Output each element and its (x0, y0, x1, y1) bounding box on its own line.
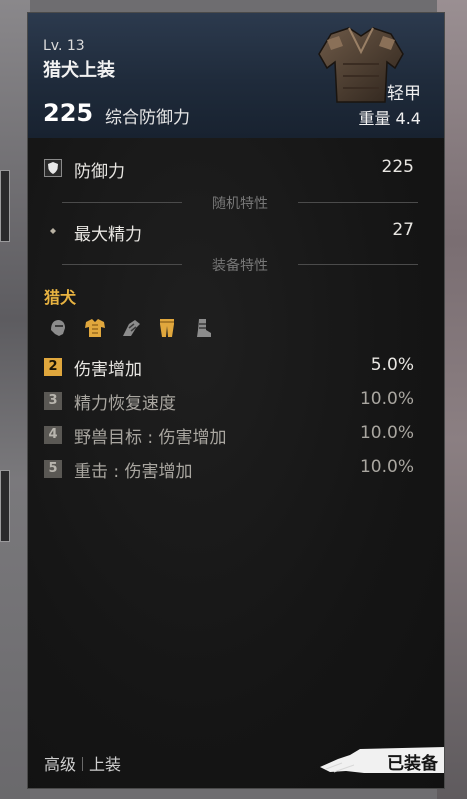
equipment-traits-header: 装备特性 (212, 258, 268, 274)
edge-tab-upper (0, 170, 10, 242)
item-level: Lv. 13 (43, 38, 85, 54)
bonus-label: 野兽目标 : 伤害增加 (74, 428, 227, 448)
helmet-icon (51, 320, 65, 336)
set-pieces (47, 316, 227, 342)
item-name: 猎犬上装 (43, 60, 115, 81)
background-left (0, 0, 30, 799)
bonus-value: 10.0% (359, 457, 414, 477)
bonus-value: 5.0% (370, 355, 414, 375)
boots-icon (197, 319, 211, 337)
random-traits-divider: 随机特性 (62, 193, 418, 212)
item-category: 高级 上装 (44, 751, 121, 775)
bonus-value: 10.0% (359, 423, 414, 443)
set-bonus-5: 5 重击 : 伤害增加 10.0% (27, 453, 445, 483)
set-bonus-3: 3 精力恢复速度 10.0% (27, 385, 445, 415)
bonus-count-badge: 3 (44, 392, 62, 410)
edge-tab-lower (0, 470, 10, 542)
stat-row-max-stamina: 最大精力 27 (27, 216, 445, 246)
leggings-icon (160, 319, 174, 337)
bonus-count-badge: 4 (44, 426, 62, 444)
shield-icon (44, 159, 62, 177)
total-armor-value: 225 (43, 99, 94, 127)
bonus-label: 精力恢复速度 (74, 394, 176, 414)
bonus-count-badge: 2 (44, 358, 62, 376)
random-traits-header: 随机特性 (212, 196, 268, 212)
stat-value: 225 (381, 157, 414, 177)
equipped-badge: 已装备 (320, 745, 445, 775)
bonus-value: 10.0% (359, 389, 414, 409)
set-name: 猎犬 (44, 288, 77, 307)
stat-label: 防御力 (74, 162, 125, 182)
category-separator (82, 757, 84, 771)
set-bonus-4: 4 野兽目标 : 伤害增加 10.0% (27, 419, 445, 449)
stat-row-defense: 防御力 225 (27, 153, 445, 183)
item-slot: 上装 (89, 755, 122, 774)
item-rarity: 高级 (44, 755, 77, 774)
gauntlet-icon (123, 320, 140, 336)
armor-type: 轻甲 (387, 84, 421, 104)
bonus-label: 重击 : 伤害增加 (74, 462, 193, 482)
trait-label: 最大精力 (74, 225, 142, 245)
bonus-label: 伤害增加 (74, 360, 142, 380)
item-tooltip-panel: Lv. 13 猎犬上装 225 综合防御力 轻甲 重量 4.4 防御力 225 … (27, 12, 445, 789)
total-armor-label: 综合防御力 (105, 108, 190, 128)
diamond-bullet-icon (50, 228, 56, 234)
equipment-traits-divider: 装备特性 (62, 255, 418, 274)
chest-armor-icon (85, 319, 105, 337)
bonus-count-badge: 5 (44, 460, 62, 478)
set-bonus-2: 2 伤害增加 5.0% (27, 351, 445, 381)
item-weight: 重量 4.4 (358, 109, 421, 128)
equipped-label: 已装备 (387, 754, 438, 774)
trait-value: 27 (392, 220, 414, 240)
